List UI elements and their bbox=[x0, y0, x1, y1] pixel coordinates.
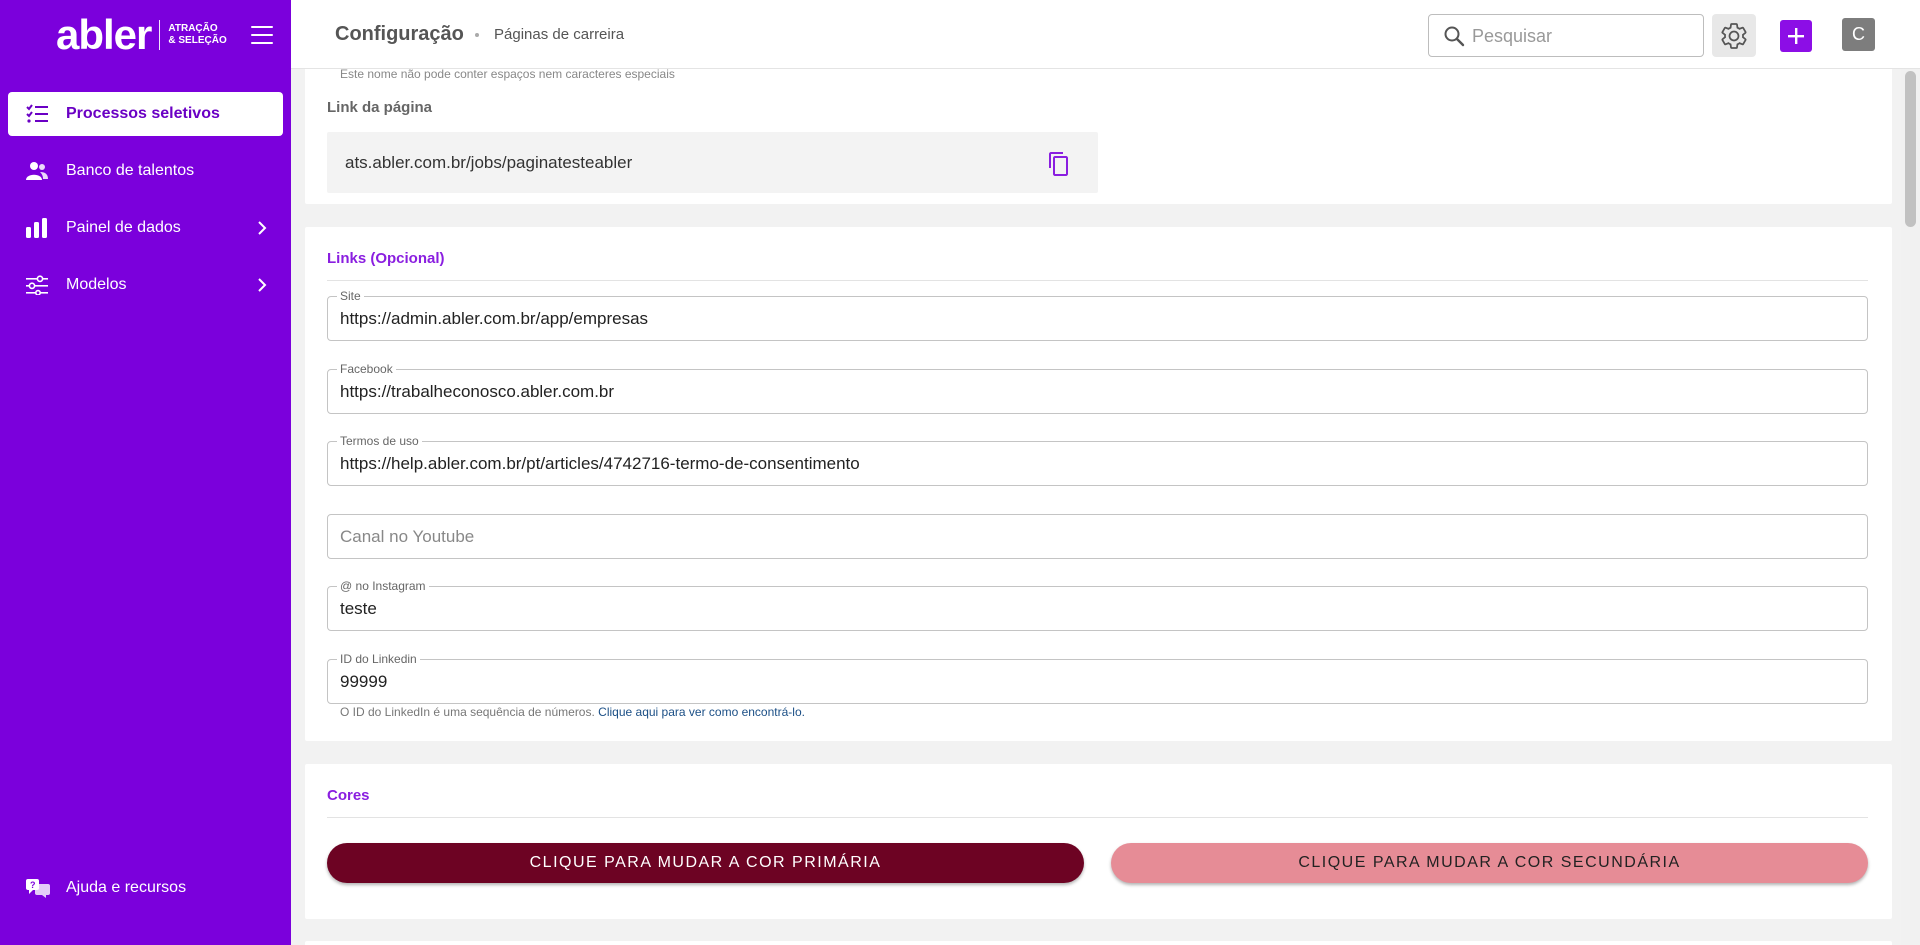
facebook-field-value: https://trabalheconosco.abler.com.br bbox=[340, 382, 615, 401]
brand-tagline-line2: & SELEÇÃO bbox=[168, 35, 227, 46]
youtube-field[interactable]: Canal no Youtube bbox=[327, 514, 1868, 559]
colors-card: Cores CLIQUE PARA MUDAR A COR PRIMÁRIA C… bbox=[305, 764, 1892, 919]
facebook-field[interactable]: Facebook https://trabalheconosco.abler.c… bbox=[327, 362, 1868, 414]
sidebar-item-label: Modelos bbox=[66, 276, 127, 293]
terms-of-use-field-label: Termos de uso bbox=[337, 434, 422, 448]
sidebar-item-label: Painel de dados bbox=[66, 219, 181, 236]
brand-name: abler bbox=[56, 11, 152, 58]
page-title: Configuração bbox=[335, 23, 464, 45]
next-card bbox=[305, 941, 1892, 945]
breadcrumb[interactable]: Páginas de carreira bbox=[494, 26, 624, 43]
linkedin-id-field-value: 99999 bbox=[340, 672, 388, 691]
links-section-title: Links (Opcional) bbox=[327, 250, 445, 267]
page-name-hint: Este nome não pode conter espaços nem ca… bbox=[340, 69, 675, 81]
secondary-color-button[interactable]: CLIQUE PARA MUDAR A COR SECUNDÁRIA bbox=[1111, 843, 1868, 883]
linkedin-help-link[interactable]: Clique aqui para ver como encontrá-lo. bbox=[598, 705, 805, 719]
instagram-field[interactable]: @ no Instagram teste bbox=[327, 579, 1868, 631]
page-link-box: ats.abler.com.br/jobs/paginatesteabler bbox=[327, 132, 1098, 193]
breadcrumb-separator bbox=[475, 33, 479, 37]
brand-tagline-line1: ATRAÇÃO bbox=[168, 23, 218, 34]
instagram-field-label: @ no Instagram bbox=[337, 579, 429, 593]
top-header: Configuração Páginas de carreira C bbox=[291, 0, 1920, 69]
sidebar: abler ATRAÇÃO & SELEÇÃO Processos seleti… bbox=[0, 0, 291, 945]
copy-icon[interactable] bbox=[1047, 151, 1071, 177]
brand-divider bbox=[159, 20, 161, 50]
help-chat-icon: ? bbox=[26, 879, 50, 898]
linkedin-helper-message: O ID do LinkedIn é uma sequência de núme… bbox=[340, 705, 595, 719]
sidebar-nav: Processos seletivos Banco de talentos Pa… bbox=[0, 92, 291, 307]
add-button[interactable] bbox=[1780, 20, 1812, 52]
bar-chart-icon bbox=[26, 218, 47, 238]
sidebar-item-modelos[interactable]: Modelos bbox=[8, 263, 283, 307]
page-scrollbar[interactable] bbox=[1901, 69, 1920, 945]
people-icon bbox=[26, 162, 48, 180]
sidebar-item-ajuda-e-recursos[interactable]: ? Ajuda e recursos bbox=[8, 866, 283, 910]
linkedin-id-field-label: ID do Linkedin bbox=[337, 652, 420, 666]
sidebar-item-processos-seletivos[interactable]: Processos seletivos bbox=[8, 92, 283, 136]
avatar[interactable]: C bbox=[1842, 18, 1875, 51]
youtube-field-placeholder: Canal no Youtube bbox=[340, 527, 475, 546]
site-field-label: Site bbox=[337, 289, 364, 303]
colors-section-title: Cores bbox=[327, 787, 370, 804]
terms-of-use-field-value: https://help.abler.com.br/pt/articles/47… bbox=[340, 454, 860, 473]
sidebar-item-banco-de-talentos[interactable]: Banco de talentos bbox=[8, 149, 283, 193]
site-field-value: https://admin.abler.com.br/app/empresas bbox=[340, 309, 649, 328]
settings-button[interactable] bbox=[1712, 14, 1756, 57]
sidebar-item-label: Banco de talentos bbox=[66, 162, 195, 179]
search-input[interactable] bbox=[1472, 24, 1692, 48]
chevron-right-icon bbox=[258, 278, 267, 292]
primary-color-button[interactable]: CLIQUE PARA MUDAR A COR PRIMÁRIA bbox=[327, 843, 1084, 883]
linkedin-id-field[interactable]: ID do Linkedin 99999 bbox=[327, 652, 1868, 704]
sliders-icon bbox=[26, 275, 48, 295]
facebook-field-label: Facebook bbox=[337, 362, 396, 376]
plus-icon bbox=[1788, 28, 1804, 44]
help-label: Ajuda e recursos bbox=[66, 879, 187, 896]
scrollbar-thumb[interactable] bbox=[1905, 71, 1916, 227]
gear-icon bbox=[1721, 22, 1747, 49]
section-divider bbox=[327, 817, 1868, 818]
linkedin-helper-text: O ID do LinkedIn é uma sequência de núme… bbox=[340, 705, 805, 719]
links-card: Links (Opcional) Site https://admin.able… bbox=[305, 227, 1892, 741]
sidebar-item-label: Processos seletivos bbox=[66, 105, 220, 122]
search-box[interactable] bbox=[1428, 14, 1704, 57]
site-field[interactable]: Site https://admin.abler.com.br/app/empr… bbox=[327, 289, 1868, 341]
instagram-field-value: teste bbox=[340, 599, 377, 618]
brand-tagline: ATRAÇÃO & SELEÇÃO bbox=[168, 23, 226, 47]
brand-logo[interactable]: abler ATRAÇÃO & SELEÇÃO bbox=[0, 0, 291, 70]
main-content: Este nome não pode conter espaços nem ca… bbox=[291, 69, 1901, 945]
chevron-right-icon bbox=[258, 221, 267, 235]
list-check-icon bbox=[26, 104, 48, 123]
menu-icon[interactable] bbox=[251, 26, 273, 46]
page-link-label: Link da página bbox=[327, 99, 433, 116]
terms-of-use-field[interactable]: Termos de uso https://help.abler.com.br/… bbox=[327, 434, 1868, 486]
page-link-card: Este nome não pode conter espaços nem ca… bbox=[305, 69, 1892, 204]
page-link-url: ats.abler.com.br/jobs/paginatesteabler bbox=[345, 153, 633, 172]
sidebar-item-painel-de-dados[interactable]: Painel de dados bbox=[8, 206, 283, 250]
search-icon bbox=[1444, 26, 1465, 47]
svg-text:?: ? bbox=[30, 880, 36, 890]
section-divider bbox=[327, 280, 1868, 281]
